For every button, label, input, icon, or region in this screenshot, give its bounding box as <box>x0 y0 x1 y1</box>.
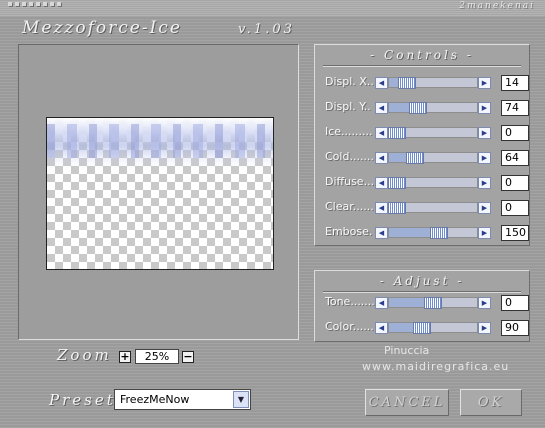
controls-label-3: Cold........ <box>325 150 378 163</box>
controls-slider-thumb-6[interactable] <box>430 227 448 239</box>
plugin-title: Mezzoforce-Ice <box>22 18 182 38</box>
adjust-value-field-0[interactable]: 0 <box>501 295 529 311</box>
slider-fill <box>389 323 414 332</box>
slider-right-arrow-icon[interactable]: ▶ <box>478 227 491 239</box>
adjust-group: - Adjust - Tone....... ◀ ▶ 0 Color....... ◀ ▶ 9… <box>314 270 530 342</box>
slider-right-arrow-icon[interactable]: ▶ <box>478 297 491 309</box>
adjust-slider-thumb-1[interactable] <box>413 322 431 334</box>
slider-right-arrow-icon[interactable]: ▶ <box>478 102 491 114</box>
controls-value-field-3[interactable]: 64 <box>501 150 529 166</box>
preset-value: FreezMeNow <box>120 393 190 406</box>
adjust-value-field-1[interactable]: 90 <box>501 320 529 336</box>
slider-right-arrow-icon[interactable]: ▶ <box>478 322 491 334</box>
slider-right-arrow-icon[interactable]: ▶ <box>478 177 491 189</box>
controls-value-field-5[interactable]: 0 <box>501 200 529 216</box>
controls-slider-thumb-0[interactable] <box>398 77 416 89</box>
zoom-in-button[interactable]: + <box>119 351 131 363</box>
slider-left-arrow-icon[interactable]: ◀ <box>375 227 388 239</box>
credit-text: 2manekenai <box>459 1 535 11</box>
ok-button[interactable]: OK <box>460 389 522 416</box>
controls-label-2: Ice......... <box>325 125 373 138</box>
zoom-value: 25% <box>135 349 179 364</box>
slider-left-arrow-icon[interactable]: ◀ <box>375 102 388 114</box>
controls-label-5: Clear....... <box>325 200 378 213</box>
zoom-out-button[interactable]: − <box>182 351 194 363</box>
controls-slider-thumb-1[interactable] <box>409 102 427 114</box>
slider-left-arrow-icon[interactable]: ◀ <box>375 322 388 334</box>
zoom-label: Zoom <box>57 346 112 364</box>
controls-label-4: Diffuse..... <box>325 175 382 188</box>
controls-slider-thumb-5[interactable] <box>388 202 406 214</box>
slider-left-arrow-icon[interactable]: ◀ <box>375 152 388 164</box>
preset-dropdown[interactable]: FreezMeNow ▼ <box>114 389 251 410</box>
plugin-version: v.1.03 <box>238 22 295 37</box>
slider-left-arrow-icon[interactable]: ◀ <box>375 202 388 214</box>
controls-slider-thumb-4[interactable] <box>388 177 406 189</box>
adjust-divider <box>323 291 521 293</box>
adjust-title: - Adjust - <box>379 274 465 288</box>
slider-right-arrow-icon[interactable]: ▶ <box>478 152 491 164</box>
ice-effect <box>47 118 273 168</box>
preview-image[interactable] <box>46 117 274 270</box>
cancel-button[interactable]: CANCEL <box>365 389 449 416</box>
slider-left-arrow-icon[interactable]: ◀ <box>375 177 388 189</box>
grip-dots <box>8 2 61 6</box>
controls-group: - Controls - Displ. X.. ◀ ▶ 14 Displ. Y.. ◀ ▶ 7… <box>314 44 530 246</box>
slider-left-arrow-icon[interactable]: ◀ <box>375 297 388 309</box>
slider-left-arrow-icon[interactable]: ◀ <box>375 127 388 139</box>
controls-title: - Controls - <box>370 48 474 62</box>
controls-divider <box>323 65 521 67</box>
slider-right-arrow-icon[interactable]: ▶ <box>478 202 491 214</box>
preset-label: Preset <box>49 391 116 409</box>
slider-fill <box>389 103 410 112</box>
controls-label-6: Embose. <box>325 225 373 238</box>
adjust-slider-track-1[interactable] <box>388 322 478 333</box>
controls-value-field-4[interactable]: 0 <box>501 175 529 191</box>
controls-slider-track-1[interactable] <box>388 102 478 113</box>
controls-label-1: Displ. Y.. <box>325 100 371 113</box>
controls-slider-track-3[interactable] <box>388 152 478 163</box>
controls-slider-thumb-2[interactable] <box>388 127 406 139</box>
controls-value-field-1[interactable]: 74 <box>501 100 529 116</box>
controls-value-field-2[interactable]: 0 <box>501 125 529 141</box>
watermark-author: Pinuccia <box>384 344 430 357</box>
chevron-down-icon[interactable]: ▼ <box>233 391 249 408</box>
controls-slider-thumb-3[interactable] <box>406 152 424 164</box>
controls-value-field-6[interactable]: 150 <box>501 225 529 241</box>
adjust-label-0: Tone....... <box>325 295 375 308</box>
slider-left-arrow-icon[interactable]: ◀ <box>375 77 388 89</box>
controls-label-0: Displ. X.. <box>325 75 374 88</box>
slider-fill <box>389 298 425 307</box>
adjust-label-1: Color....... <box>325 320 378 333</box>
controls-value-field-0[interactable]: 14 <box>501 75 529 91</box>
slider-right-arrow-icon[interactable]: ▶ <box>478 127 491 139</box>
slider-right-arrow-icon[interactable]: ▶ <box>478 77 491 89</box>
slider-fill <box>389 228 431 237</box>
slider-fill <box>389 153 407 162</box>
watermark-url: www.maidiregrafica.eu <box>362 360 510 373</box>
adjust-slider-thumb-0[interactable] <box>424 297 442 309</box>
